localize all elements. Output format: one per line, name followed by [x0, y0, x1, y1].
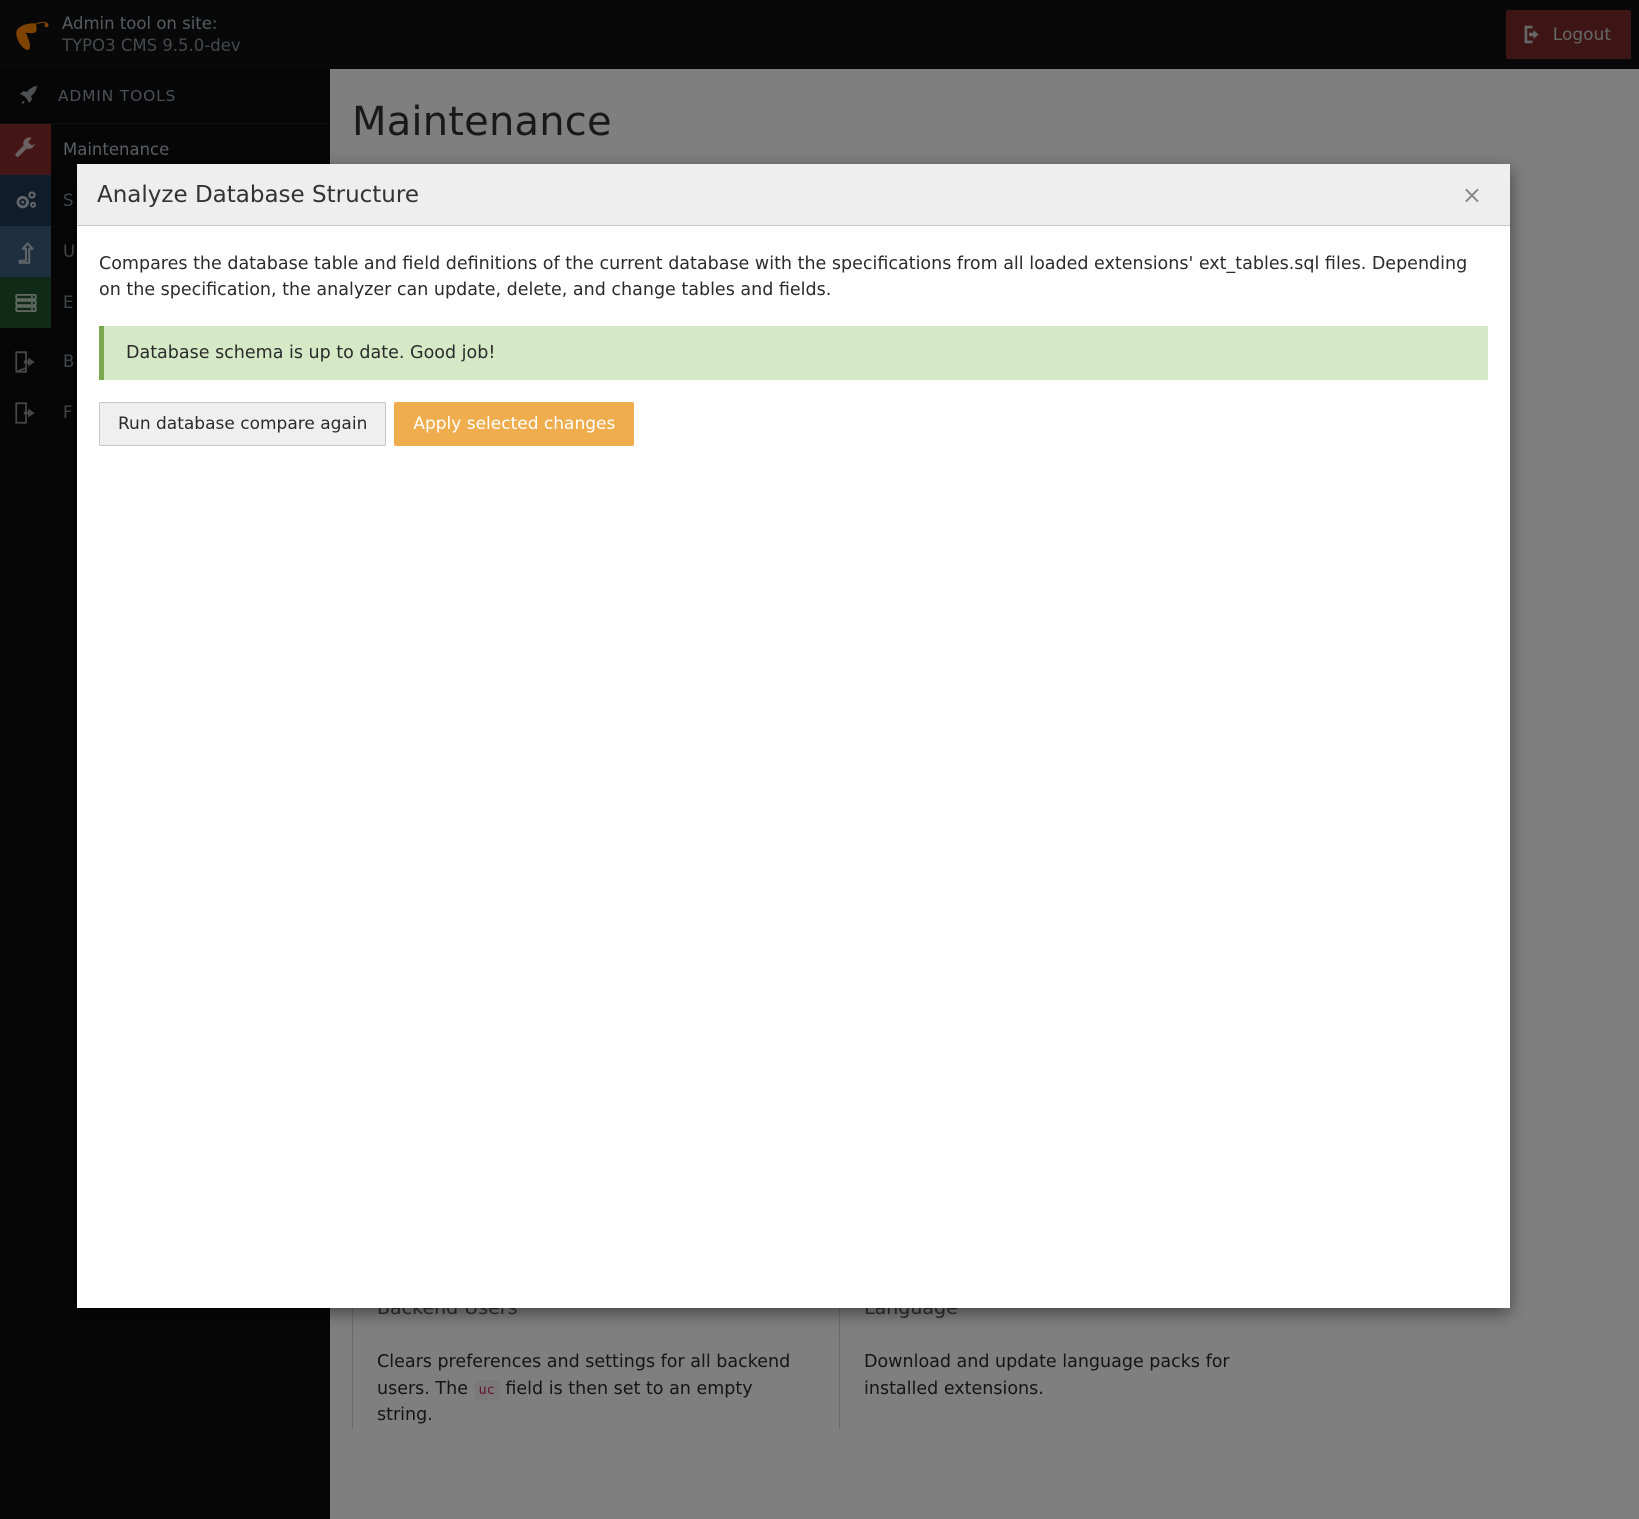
close-icon[interactable]: ×	[1454, 179, 1490, 211]
alert-message: Database schema is up to date. Good job!	[126, 342, 496, 363]
modal-title: Analyze Database Structure	[97, 181, 419, 208]
modal-actions: Run database compare again Apply selecte…	[99, 401, 1488, 446]
modal-body: Compares the database table and field de…	[77, 226, 1510, 1308]
run-database-compare-again-button[interactable]: Run database compare again	[99, 401, 387, 446]
analyze-database-structure-modal: Analyze Database Structure × Compares th…	[77, 164, 1510, 1308]
modal-description: Compares the database table and field de…	[99, 254, 1468, 300]
apply-selected-changes-button[interactable]: Apply selected changes	[394, 401, 635, 446]
modal-header: Analyze Database Structure ×	[77, 164, 1510, 226]
app-root: Admin tool on site: TYPO3 CMS 9.5.0-dev …	[0, 0, 1639, 1519]
status-badge: Database schema is up to date. Good job!	[99, 325, 1488, 380]
